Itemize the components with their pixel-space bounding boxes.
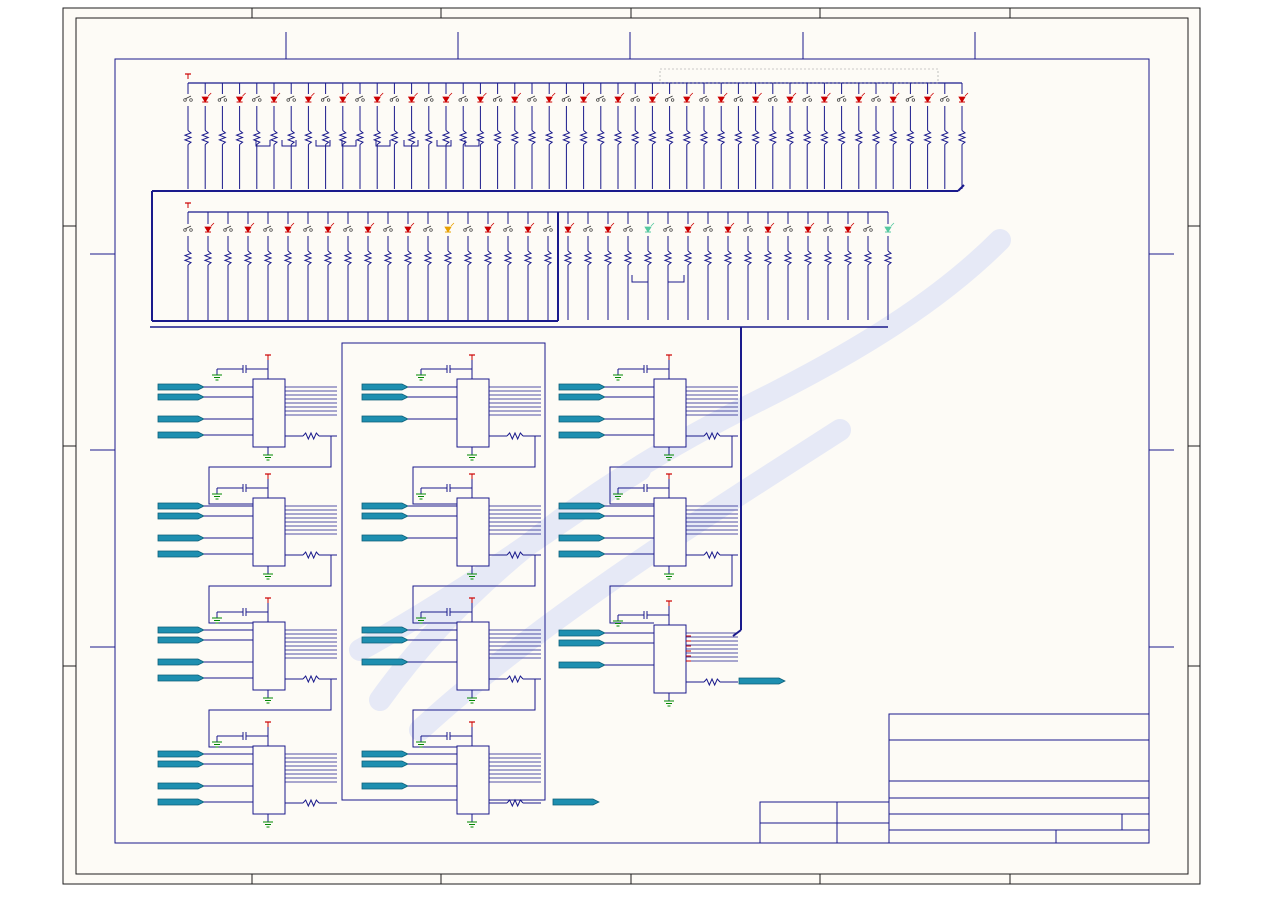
net-port	[361, 502, 409, 510]
net-port	[157, 674, 205, 682]
ic-body	[252, 621, 286, 691]
ic-body	[252, 378, 286, 448]
net-port	[157, 782, 205, 790]
net-port	[157, 512, 205, 520]
paper	[63, 8, 1200, 884]
net-port	[157, 636, 205, 644]
schematic-canvas	[0, 0, 1263, 893]
net-port	[157, 534, 205, 542]
net-port	[157, 626, 205, 634]
net-port	[361, 636, 409, 644]
ic-body	[456, 378, 490, 448]
net-port	[558, 512, 606, 520]
net-port	[157, 415, 205, 423]
ic-body	[653, 378, 687, 448]
schematic-sheet	[0, 0, 1263, 893]
net-port	[157, 798, 205, 806]
net-port	[361, 393, 409, 401]
ic-body	[456, 497, 490, 567]
net-port	[157, 393, 205, 401]
ic-body	[653, 497, 687, 567]
net-port	[361, 415, 409, 423]
net-port	[558, 431, 606, 439]
ic-body	[456, 745, 490, 815]
net-port	[558, 415, 606, 423]
ic-body	[653, 624, 687, 694]
net-port	[558, 393, 606, 401]
net-port	[558, 383, 606, 391]
net-port	[361, 534, 409, 542]
net-port	[558, 550, 606, 558]
ic-body	[252, 745, 286, 815]
net-port	[558, 629, 606, 637]
net-port	[157, 750, 205, 758]
net-port	[361, 626, 409, 634]
net-port	[361, 750, 409, 758]
net-port	[558, 639, 606, 647]
net-port	[157, 431, 205, 439]
net-port	[157, 550, 205, 558]
net-port	[361, 782, 409, 790]
net-port	[558, 661, 606, 669]
ic-body	[456, 621, 490, 691]
net-port	[558, 534, 606, 542]
net-port	[157, 760, 205, 768]
net-port	[361, 383, 409, 391]
net-port	[157, 383, 205, 391]
net-port	[361, 658, 409, 666]
net-port	[738, 677, 786, 685]
net-port	[361, 760, 409, 768]
net-port	[361, 512, 409, 520]
net-port	[157, 502, 205, 510]
net-port	[157, 658, 205, 666]
net-port	[552, 798, 600, 806]
net-port	[558, 502, 606, 510]
ic-body	[252, 497, 286, 567]
